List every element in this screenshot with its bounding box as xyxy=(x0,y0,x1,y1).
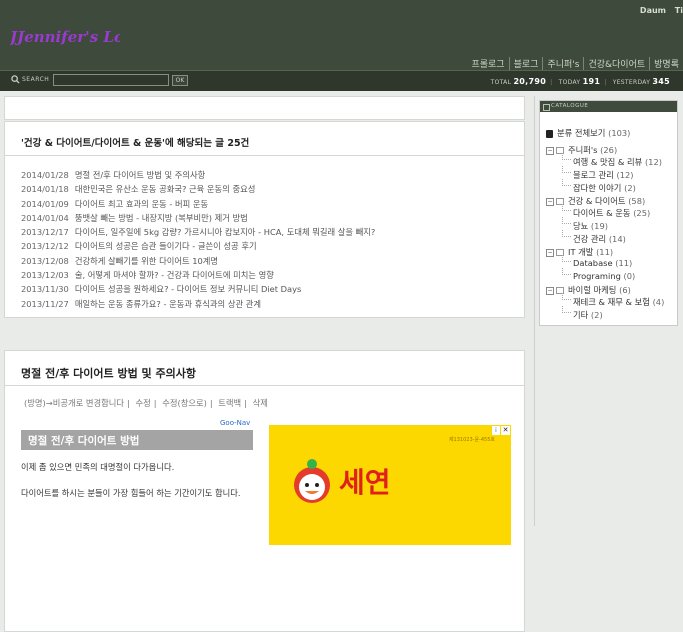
list-item[interactable]: 2013/11/27 매일하는 운동 종류가요? - 운동과 휴식과의 상관 관계 xyxy=(21,298,375,312)
category-item[interactable]: 여행 & 맛집 & 리뷰 (12) xyxy=(573,156,662,168)
blog-header: Daum Ti JJennifer's Logs 프롤로그 블로그 주니퍼's … xyxy=(0,0,683,70)
action-edit-window[interactable]: 수정(창으로) xyxy=(159,398,210,408)
category-group[interactable]: − 주니퍼's (26) xyxy=(546,144,617,156)
category-item[interactable]: 재테크 & 재무 & 보험 (4) xyxy=(573,296,664,308)
search-ok-button[interactable]: OK xyxy=(172,75,188,86)
collapse-icon[interactable]: − xyxy=(546,197,554,206)
nav-prologue[interactable]: 프롤로그 xyxy=(467,57,510,70)
top-link[interactable]: Ti xyxy=(675,6,683,15)
blog-logo[interactable]: JJennifer's Logs xyxy=(10,26,120,66)
list-item[interactable]: 2013/12/08 건강하게 살빼기를 위한 다이어트 10계명 xyxy=(21,255,375,269)
action-private[interactable]: (방명)→비공개로 변경합니다 xyxy=(21,398,127,408)
top-spacer-panel xyxy=(4,96,525,120)
post-list: 2014/01/28 명절 전/후 다이어트 방법 및 주의사항 2014/01/… xyxy=(21,169,375,312)
search-bar: SEARCH OK TOTAL 20,790 | TODAY 191 | YESTE… xyxy=(0,70,683,91)
catalogue-title: CATALOGUE xyxy=(551,103,589,109)
total-label: TOTAL xyxy=(490,79,512,86)
goonav-link[interactable]: Goo-Nav xyxy=(220,419,250,427)
ad-info-icon[interactable]: i xyxy=(492,426,500,435)
nav-junipers[interactable]: 주니퍼's xyxy=(543,57,585,70)
post-paragraph-2: 다이어트를 하시는 분들이 가장 힘들어 하는 기간이기도 합니다. xyxy=(21,488,241,498)
nav-health-diet[interactable]: 건강&다이어트 xyxy=(584,57,651,70)
list-item[interactable]: 2014/01/18 대한민국은 유산소 운동 공화국? 근육 운동의 중요성 xyxy=(21,183,375,197)
list-item[interactable]: 2014/01/09 다이어트 최고 효과의 운동 - 버피 운동 xyxy=(21,198,375,212)
category-box: CATALOGUE 분류 전체보기 (103) − 주니퍼's (26) 여행 &… xyxy=(539,100,678,326)
post-subheading: 명절 전/후 다이어트 방법 xyxy=(21,430,253,450)
folder-root-icon xyxy=(546,129,553,138)
category-item[interactable]: Programing (0) xyxy=(573,271,635,281)
category-item[interactable]: 잡다한 이야기 (2) xyxy=(573,182,636,194)
catalogue-icon xyxy=(543,104,550,111)
list-item[interactable]: 2013/12/17 다이어트, 일주일에 5kg 감량? 가르시니아 캄보지아 … xyxy=(21,226,375,240)
list-item[interactable]: 2013/12/03 술, 어떻게 마셔야 할까? - 건강과 다이어트에 미치는… xyxy=(21,269,375,283)
ad-mascot-icon xyxy=(294,459,330,503)
action-trackback[interactable]: 트랙백 xyxy=(215,398,244,408)
post-article: 명절 전/후 다이어트 방법 및 주의사항 (방명)→비공개로 변경합니다 | 수… xyxy=(4,350,525,632)
main-nav: 프롤로그 블로그 주니퍼's 건강&다이어트 방명록 xyxy=(467,57,683,70)
ad-close-icon[interactable]: ✕ xyxy=(501,426,510,435)
action-edit[interactable]: 수정 xyxy=(132,398,153,408)
list-item[interactable]: 2014/01/04 뚱뱃살 빼는 방법 - 내장지방 (복부비만) 제거 방법 xyxy=(21,212,375,226)
post-actions: (방명)→비공개로 변경합니다 | 수정 | 수정(창으로) | 트랙백 | 삭제 xyxy=(21,397,271,409)
category-item[interactable]: 당뇨 (19) xyxy=(573,220,608,232)
advertisement-banner[interactable]: i ✕ 제131023-윤-455호 세연 xyxy=(269,425,511,545)
collapse-icon[interactable]: − xyxy=(546,146,554,155)
yesterday-label: YESTERDAY xyxy=(612,79,651,86)
post-title[interactable]: 명절 전/후 다이어트 방법 및 주의사항 xyxy=(21,365,196,381)
yesterday-count: 345 xyxy=(652,77,670,86)
visitor-stats: TOTAL 20,790 | TODAY 191 | YESTERDAY 345 xyxy=(490,77,670,86)
post-paragraph-1: 이제 좀 있으면 민족의 대명절이 다가옵니다. xyxy=(21,462,175,472)
svg-text:JJennifer's Logs: JJennifer's Logs xyxy=(10,28,120,46)
category-item[interactable]: 건강 관리 (14) xyxy=(573,233,626,245)
category-group[interactable]: − 바이럴 마케팅 (6) xyxy=(546,284,631,296)
search-input[interactable] xyxy=(53,74,169,86)
action-delete[interactable]: 삭제 xyxy=(250,398,271,408)
category-all[interactable]: 분류 전체보기 (103) xyxy=(546,127,630,139)
list-item[interactable]: 2014/01/28 명절 전/후 다이어트 방법 및 주의사항 xyxy=(21,169,375,183)
list-item[interactable]: 2013/11/30 다이어트 성공을 원하세요? - 다이어트 정보 커뮤니티 … xyxy=(21,283,375,297)
list-item[interactable]: 2013/12/12 다이어트의 성공은 습관 들이기다 - 글쓴이 성공 후기 xyxy=(21,240,375,254)
category-item[interactable]: Database (11) xyxy=(573,258,632,268)
daum-link[interactable]: Daum xyxy=(640,6,666,15)
main-column: '건강 & 다이어트/다이어트 & 운동'에 해당되는 글 25건 2014/0… xyxy=(4,96,525,632)
today-label: TODAY xyxy=(558,79,581,86)
category-post-list: '건강 & 다이어트/다이어트 & 운동'에 해당되는 글 25건 2014/0… xyxy=(4,121,525,318)
today-count: 191 xyxy=(582,77,601,86)
search-label: SEARCH xyxy=(22,76,50,83)
ad-permit-text: 제131023-윤-455호 xyxy=(448,437,495,443)
category-group[interactable]: − 건강 & 다이어트 (58) xyxy=(546,195,645,207)
category-group[interactable]: − IT 개발 (11) xyxy=(546,246,613,258)
sidebar: CATALOGUE 분류 전체보기 (103) − 주니퍼's (26) 여행 &… xyxy=(534,96,683,526)
category-item[interactable]: 다이어트 & 운동 (25) xyxy=(573,207,650,219)
search-icon xyxy=(11,75,20,84)
category-item[interactable]: 기타 (2) xyxy=(573,309,603,321)
ad-brand-text: 세연 xyxy=(339,466,391,499)
nav-blog[interactable]: 블로그 xyxy=(510,57,544,70)
total-count: 20,790 xyxy=(513,77,547,86)
nav-guestbook[interactable]: 방명록 xyxy=(650,57,683,70)
collapse-icon[interactable]: − xyxy=(546,286,554,295)
catalogue-header: CATALOGUE xyxy=(540,101,677,112)
collapse-icon[interactable]: − xyxy=(546,248,554,257)
category-item[interactable]: 블로그 관리 (12) xyxy=(573,169,634,181)
list-title: '건강 & 다이어트/다이어트 & 운동'에 해당되는 글 25건 xyxy=(21,138,250,149)
